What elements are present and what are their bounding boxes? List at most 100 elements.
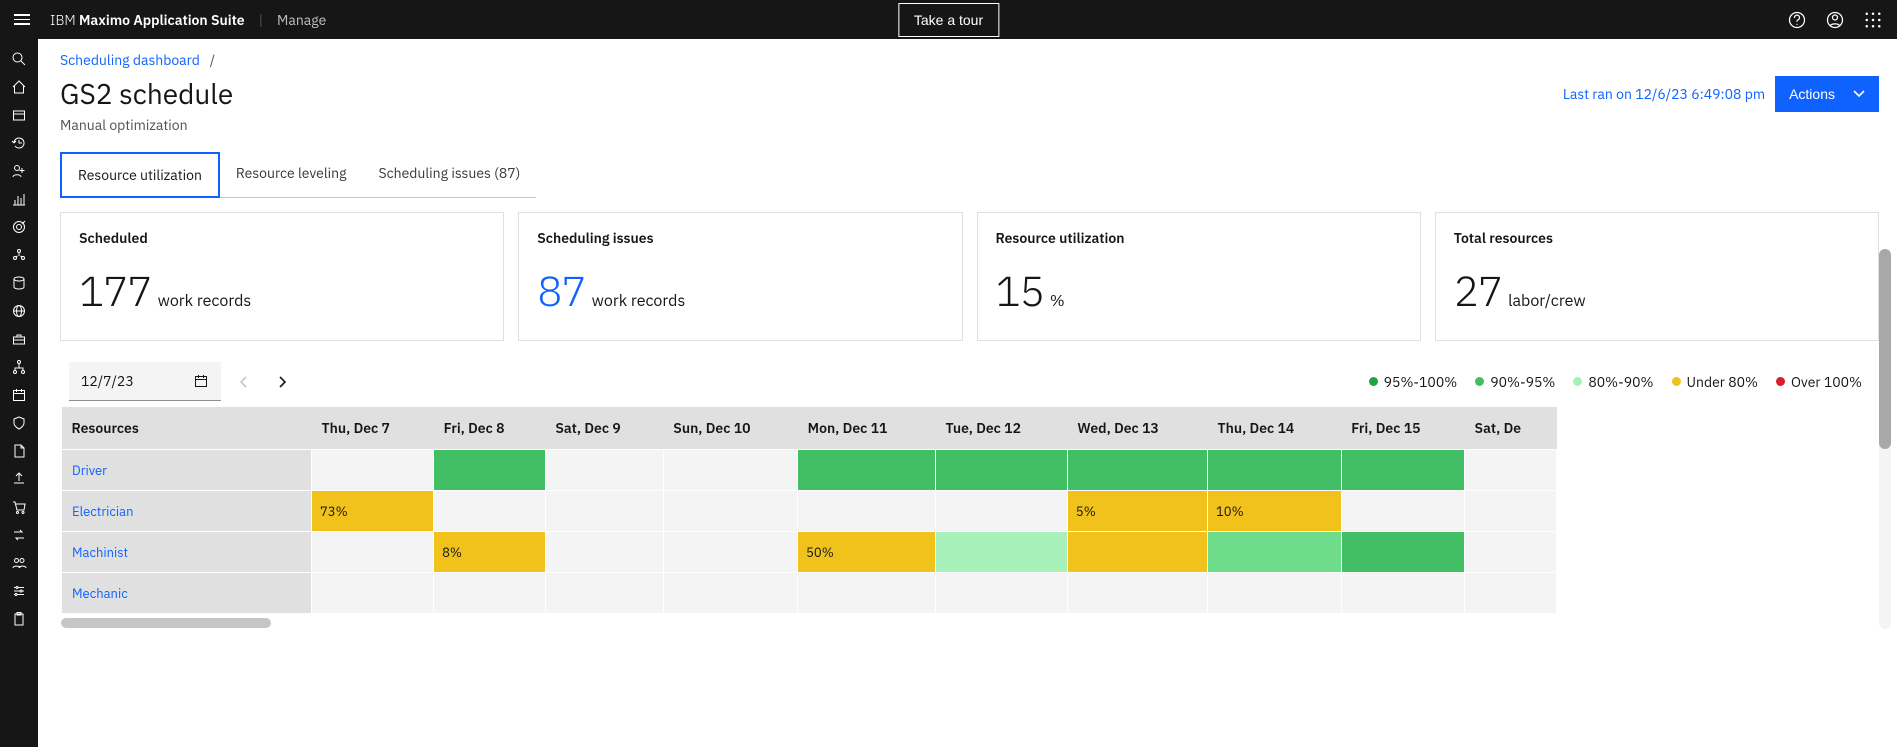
grid-cell[interactable]: [312, 532, 434, 573]
main-content: Scheduling dashboard / GS2 schedule Last…: [38, 39, 1897, 747]
grid-cell[interactable]: [1067, 532, 1207, 573]
vertical-scrollbar-thumb[interactable]: [1879, 249, 1891, 449]
grid-cell[interactable]: [545, 573, 663, 614]
grid-cell[interactable]: [663, 491, 797, 532]
grid-cell[interactable]: [798, 491, 936, 532]
calendar-icon[interactable]: [9, 385, 29, 405]
card-total-title: Total resources: [1454, 229, 1860, 247]
grid-cell[interactable]: [663, 573, 797, 614]
horizontal-scrollbar[interactable]: [61, 618, 271, 628]
grid-cell[interactable]: [1341, 532, 1464, 573]
hamburger-menu-icon[interactable]: [14, 10, 34, 30]
grid-header-col: Thu, Dec 14: [1207, 407, 1341, 450]
exchange-icon[interactable]: [9, 525, 29, 545]
grid-cell[interactable]: [1341, 450, 1464, 491]
target-icon[interactable]: [9, 217, 29, 237]
home-icon[interactable]: [9, 77, 29, 97]
grid-cell[interactable]: [1207, 573, 1341, 614]
grid-cell[interactable]: [1465, 573, 1557, 614]
grid-cell[interactable]: [1341, 573, 1464, 614]
grid-cell[interactable]: [434, 491, 546, 532]
history-icon[interactable]: [9, 133, 29, 153]
grid-cell[interactable]: [935, 491, 1067, 532]
app-switcher-icon[interactable]: [1863, 10, 1883, 30]
grid-cell[interactable]: [545, 450, 663, 491]
grid-cell[interactable]: [1465, 532, 1557, 573]
page-subtitle: Manual optimization: [60, 116, 1879, 134]
grid-cell[interactable]: [545, 532, 663, 573]
grid-cell[interactable]: [434, 573, 546, 614]
resource-link-machinist[interactable]: Machinist: [62, 544, 128, 561]
toolbox-icon[interactable]: [9, 329, 29, 349]
date-input[interactable]: 12/7/23: [69, 362, 221, 401]
grid-cell[interactable]: [1341, 491, 1464, 532]
resource-link-mechanic[interactable]: Mechanic: [62, 585, 128, 602]
grid-cell[interactable]: [545, 491, 663, 532]
document-icon[interactable]: [9, 441, 29, 461]
database-icon[interactable]: [9, 273, 29, 293]
next-period-button[interactable]: [267, 367, 297, 397]
tab-resource-utilization[interactable]: Resource utilization: [60, 152, 220, 198]
table-row: Mechanic: [62, 573, 1557, 614]
grid-cell[interactable]: [935, 532, 1067, 573]
cart-icon[interactable]: [9, 497, 29, 517]
legend-over-100: Over 100%: [1776, 373, 1862, 391]
grid-cell[interactable]: [663, 450, 797, 491]
settings-icon[interactable]: [9, 581, 29, 601]
globe-icon[interactable]: [9, 301, 29, 321]
grid-cell[interactable]: [935, 573, 1067, 614]
person-icon[interactable]: [9, 161, 29, 181]
prev-period-button: [229, 367, 259, 397]
card-issues-value[interactable]: 87: [537, 263, 585, 318]
grid-cell[interactable]: [312, 573, 434, 614]
grid-cell[interactable]: [798, 450, 936, 491]
clipboard-icon[interactable]: [9, 609, 29, 629]
grid-cell[interactable]: 5%: [1067, 491, 1207, 532]
chart-icon[interactable]: [9, 189, 29, 209]
grid-scroll-container[interactable]: Resources Thu, Dec 7 Fri, Dec 8 Sat, Dec…: [61, 407, 1878, 628]
resource-link-electrician[interactable]: Electrician: [62, 503, 134, 520]
help-icon[interactable]: [1787, 10, 1807, 30]
grid-cell[interactable]: [1465, 491, 1557, 532]
grid-cell[interactable]: [434, 450, 546, 491]
actions-button[interactable]: Actions: [1775, 76, 1879, 112]
grid-cell[interactable]: [1067, 573, 1207, 614]
grid-cell[interactable]: [798, 573, 936, 614]
grid-cell[interactable]: 73%: [312, 491, 434, 532]
grid-cell[interactable]: [312, 450, 434, 491]
grid-header-col: Fri, Dec 8: [434, 407, 546, 450]
user-icon[interactable]: [1825, 10, 1845, 30]
search-icon[interactable]: [9, 49, 29, 69]
grid-cell[interactable]: [935, 450, 1067, 491]
grid-cell[interactable]: [1207, 532, 1341, 573]
tab-resource-leveling[interactable]: Resource leveling: [220, 152, 363, 198]
box-icon[interactable]: [9, 105, 29, 125]
people-icon[interactable]: [9, 553, 29, 573]
legend-label: Under 80%: [1687, 373, 1758, 391]
grid-cell[interactable]: [663, 532, 797, 573]
network-icon[interactable]: [9, 245, 29, 265]
take-tour-button[interactable]: Take a tour: [898, 3, 999, 37]
grid-header-col: Wed, Dec 13: [1067, 407, 1207, 450]
table-row: Driver: [62, 450, 1557, 491]
grid-cell[interactable]: [1465, 450, 1557, 491]
grid-cell[interactable]: 10%: [1207, 491, 1341, 532]
shield-icon[interactable]: [9, 413, 29, 433]
resource-link-driver[interactable]: Driver: [62, 462, 107, 479]
side-nav-rail: [0, 39, 38, 747]
card-utilization-value: 15: [996, 263, 1044, 318]
grid-cell[interactable]: 8%: [434, 532, 546, 573]
tree-icon[interactable]: [9, 357, 29, 377]
page-title: GS2 schedule: [60, 75, 233, 112]
breadcrumb-parent-link[interactable]: Scheduling dashboard: [60, 51, 200, 69]
legend-95-100: 95%-100%: [1369, 373, 1458, 391]
card-total: Total resources 27 labor/crew: [1435, 212, 1879, 341]
grid-cell[interactable]: 50%: [798, 532, 936, 573]
grid-cell[interactable]: [1207, 450, 1341, 491]
grid-cell[interactable]: [1067, 450, 1207, 491]
card-issues: Scheduling issues 87 work records: [518, 212, 962, 341]
tab-scheduling-issues[interactable]: Scheduling issues (87): [362, 152, 536, 198]
upload-icon[interactable]: [9, 469, 29, 489]
vertical-scrollbar[interactable]: [1879, 249, 1891, 629]
utilization-table-zone: 12/7/23 95%-100% 90%-95% 80%-90% Under 8…: [60, 355, 1879, 629]
